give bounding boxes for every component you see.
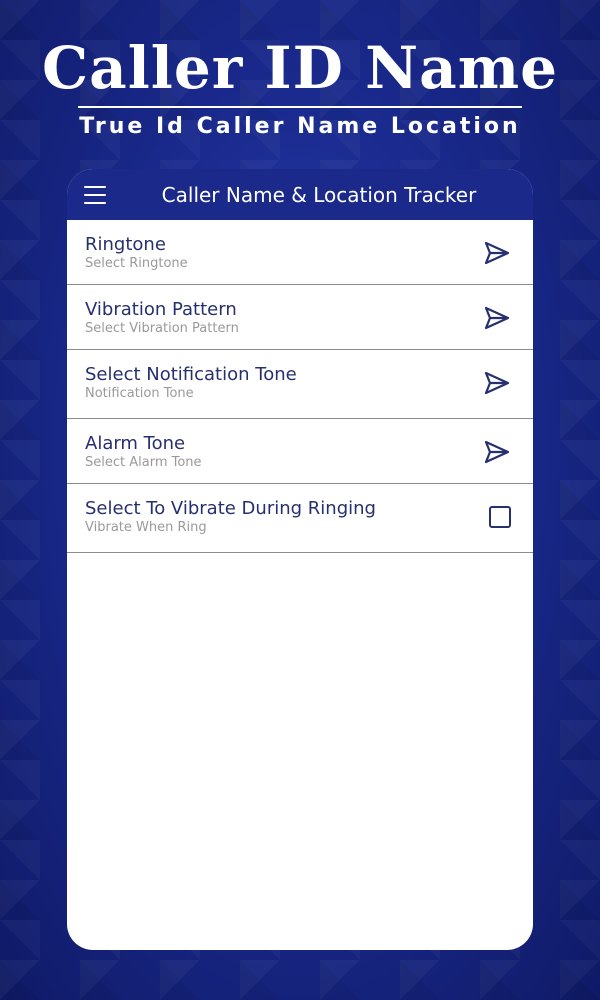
setting-title: Select Notification Tone [85, 364, 297, 385]
setting-title: Vibration Pattern [85, 299, 237, 320]
setting-subtitle: Notification Tone [85, 386, 194, 401]
settings-list: Ringtone Select Ringtone Vibration Patte… [67, 220, 533, 553]
setting-title: Select To Vibrate During Ringing [85, 498, 376, 519]
setting-ringtone[interactable]: Ringtone Select Ringtone [67, 220, 533, 285]
send-arrow-icon[interactable] [483, 370, 511, 396]
setting-subtitle: Select Alarm Tone [85, 455, 202, 470]
settings-card: Caller Name & Location Tracker Ringtone … [67, 169, 533, 950]
app-header: Caller ID Name True Id Caller Name Locat… [0, 30, 600, 142]
setting-subtitle: Vibrate When Ring [85, 520, 207, 535]
app-title: Caller ID Name [42, 34, 558, 102]
vibrate-checkbox[interactable] [489, 506, 511, 528]
setting-notification-tone[interactable]: Select Notification Tone Notification To… [67, 350, 533, 419]
setting-subtitle: Select Ringtone [85, 256, 188, 271]
send-arrow-icon[interactable] [483, 305, 511, 331]
setting-subtitle: Select Vibration Pattern [85, 321, 239, 336]
toolbar: Caller Name & Location Tracker [67, 169, 533, 220]
setting-title: Ringtone [85, 234, 166, 255]
setting-alarm-tone[interactable]: Alarm Tone Select Alarm Tone [67, 419, 533, 484]
toolbar-title: Caller Name & Location Tracker [161, 182, 477, 207]
setting-vibration-pattern[interactable]: Vibration Pattern Select Vibration Patte… [67, 285, 533, 350]
title-underline [78, 106, 522, 108]
send-arrow-icon[interactable] [483, 439, 511, 465]
send-arrow-icon[interactable] [483, 240, 511, 266]
setting-title: Alarm Tone [85, 433, 186, 454]
setting-vibrate-during-ringing[interactable]: Select To Vibrate During Ringing Vibrate… [67, 484, 533, 553]
app-subtitle: True Id Caller Name Location [79, 114, 521, 139]
